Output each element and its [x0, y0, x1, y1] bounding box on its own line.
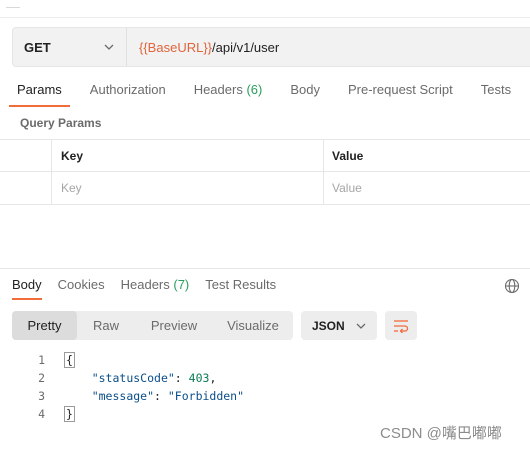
request-tabs: Params Authorization Headers (6) Body Pr… [0, 75, 530, 107]
json-value: 403 [188, 371, 210, 385]
tab-response-headers[interactable]: Headers (7) [121, 272, 190, 300]
tab-body[interactable]: Body [282, 75, 328, 107]
tab-label: Headers [120, 277, 170, 292]
tab-label: Headers [193, 82, 243, 97]
globe-icon[interactable] [504, 278, 520, 294]
key-column-header: Key [52, 140, 324, 171]
value-column-header: Value [332, 148, 364, 163]
line-number: 4 [38, 407, 45, 421]
query-params-table: Key Value Key Value [0, 139, 530, 205]
url-input[interactable]: {{BaseURL}}/api/v1/user [127, 40, 279, 55]
tab-label: Authorization [89, 82, 166, 97]
wrap-lines-icon [394, 319, 409, 333]
line-number: 1 [38, 353, 45, 367]
tab-response-body[interactable]: Body [12, 272, 42, 300]
tab-cookies[interactable]: Cookies [58, 272, 105, 300]
close-brace: } [64, 406, 75, 422]
format-select[interactable]: JSON [301, 311, 377, 340]
format-label: JSON [312, 318, 345, 333]
tab-count: (6) [246, 82, 263, 97]
tab-test-results[interactable]: Test Results [205, 272, 276, 300]
code-line: 4 } [0, 405, 530, 423]
tab-pre-request-script[interactable]: Pre-request Script [340, 75, 461, 107]
top-bar [0, 0, 530, 18]
tab-headers[interactable]: Headers (6) [186, 75, 271, 107]
response-body-code[interactable]: 1 { 2 "statusCode": 403, 3 "message": "F… [0, 351, 530, 423]
tab-tests[interactable]: Tests [473, 75, 519, 107]
tab-label: Tests [480, 82, 512, 97]
view-raw-button[interactable]: Raw [77, 311, 135, 340]
json-key: "statusCode" [91, 371, 175, 385]
open-brace: { [64, 352, 75, 368]
pane-divider[interactable] [0, 268, 530, 269]
url-variable: {{BaseURL}} [139, 39, 213, 55]
method-label: GET [24, 39, 51, 55]
json-key: "message" [91, 389, 155, 403]
top-bar-stub [6, 0, 20, 8]
table-row: Key Value [0, 172, 530, 205]
tab-authorization[interactable]: Authorization [82, 75, 174, 107]
line-number: 2 [38, 371, 45, 385]
query-params-title: Query Params [20, 116, 102, 130]
line-number: 3 [38, 389, 45, 403]
wrap-lines-button[interactable] [385, 311, 417, 340]
method-select[interactable]: GET [13, 28, 127, 66]
code-line: 3 "message": "Forbidden" [0, 387, 530, 405]
checkbox-column-header [4, 140, 52, 171]
tab-count: (7) [173, 277, 190, 292]
view-pretty-button[interactable]: Pretty [12, 311, 77, 340]
tab-params[interactable]: Params [9, 75, 70, 107]
tab-label: Body [12, 277, 42, 292]
table-header-row: Key Value [0, 139, 530, 172]
code-line: 2 "statusCode": 403, [0, 369, 530, 387]
tab-label: Body [290, 82, 320, 97]
url-path: /api/v1/user [212, 39, 280, 55]
chevron-down-icon [104, 44, 114, 50]
json-value: "Forbidden" [167, 389, 245, 403]
tab-label: Cookies [57, 277, 105, 292]
tab-label: Pre-request Script [347, 82, 453, 97]
tab-label: Test Results [205, 277, 277, 292]
chevron-down-icon [356, 323, 366, 329]
key-input[interactable]: Key [52, 172, 324, 204]
row-checkbox-cell [4, 172, 52, 204]
request-url-bar: GET {{BaseURL}}/api/v1/user [12, 27, 530, 67]
view-preview-button[interactable]: Preview [135, 311, 213, 340]
code-line: 1 { [0, 351, 530, 369]
view-mode-switch: Pretty Raw Preview Visualize [12, 311, 293, 340]
response-tabs: Body Cookies Headers (7) Test Results [0, 272, 500, 300]
view-visualize-button[interactable]: Visualize [213, 311, 293, 340]
tab-label: Params [17, 82, 62, 97]
value-input[interactable]: Value [324, 172, 530, 204]
watermark: CSDN @嘴巴嘟嘟 [380, 425, 502, 442]
